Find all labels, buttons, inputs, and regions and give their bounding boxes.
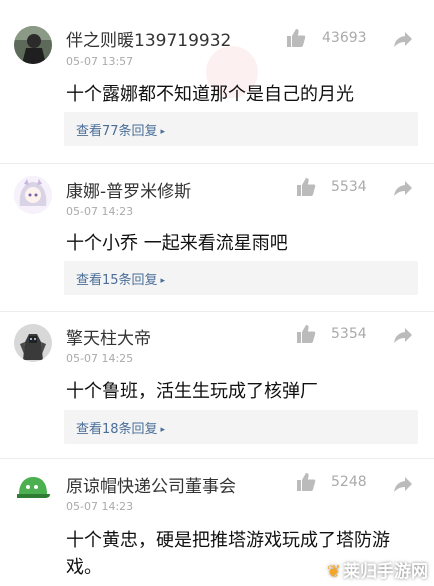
username[interactable]: 康娜-普罗米修斯: [66, 177, 191, 202]
thumbs-up-icon[interactable]: [296, 472, 316, 492]
anime-girl-avatar: [14, 176, 52, 214]
like-count: 5248: [331, 474, 367, 490]
divider: [0, 163, 434, 164]
thumbs-up-icon[interactable]: [296, 324, 316, 344]
avatar[interactable]: [14, 26, 52, 64]
reply-panel[interactable]: 查看77条回复 ▸: [64, 112, 418, 146]
share-arrow-icon[interactable]: [393, 474, 413, 494]
username[interactable]: 原谅帽快递公司董事会: [66, 472, 236, 497]
divider: [0, 311, 434, 312]
share-arrow-icon[interactable]: [393, 325, 413, 345]
watermark: ❦ 莱归手游网: [327, 557, 428, 582]
chevron-right-icon: ▸: [160, 127, 166, 137]
view-replies-link[interactable]: 查看18条回复 ▸: [76, 418, 165, 437]
comment-text: 十个小乔 一起来看流星雨吧: [66, 233, 288, 254]
like-count: 43693: [322, 30, 367, 46]
chevron-right-icon: ▸: [160, 276, 166, 286]
avatar[interactable]: [14, 470, 52, 508]
robot-avatar: [14, 324, 52, 362]
green-hat-avatar: [14, 470, 52, 508]
avatar[interactable]: [14, 176, 52, 214]
like-count: 5354: [331, 326, 367, 342]
view-replies-label: 查看15条回复: [76, 273, 158, 288]
thumbs-up-icon[interactable]: [286, 28, 306, 48]
username[interactable]: 伴之则暖139719932: [66, 26, 231, 51]
thumbs-up-icon[interactable]: [296, 177, 316, 197]
leaf-logo-icon: ❦: [326, 562, 341, 582]
view-replies-label: 查看18条回复: [76, 422, 158, 437]
view-replies-label: 查看77条回复: [76, 124, 158, 139]
timestamp: 05-07 14:25: [66, 352, 134, 365]
timestamp: 05-07 13:57: [66, 55, 134, 68]
comment-text: 十个鲁班，活生生玩成了核弹厂: [66, 381, 318, 402]
view-replies-link[interactable]: 查看15条回复 ▸: [76, 269, 165, 288]
share-arrow-icon[interactable]: [393, 29, 413, 49]
username[interactable]: 擎天柱大帝: [66, 324, 151, 349]
view-replies-link[interactable]: 查看77条回复 ▸: [76, 120, 165, 139]
reply-panel[interactable]: 查看18条回复 ▸: [64, 410, 418, 444]
chevron-right-icon: ▸: [160, 425, 166, 435]
divider: [0, 458, 434, 459]
like-count: 5534: [331, 179, 367, 195]
timestamp: 05-07 14:23: [66, 500, 134, 513]
timestamp: 05-07 14:23: [66, 205, 134, 218]
dark-figure-avatar: [14, 26, 52, 64]
share-arrow-icon[interactable]: [393, 178, 413, 198]
watermark-text: 莱归手游网: [343, 562, 428, 582]
comment-text: 十个露娜都不知道那个是自己的月光: [66, 84, 354, 105]
avatar[interactable]: [14, 324, 52, 362]
reply-panel[interactable]: 查看15条回复 ▸: [64, 261, 418, 295]
